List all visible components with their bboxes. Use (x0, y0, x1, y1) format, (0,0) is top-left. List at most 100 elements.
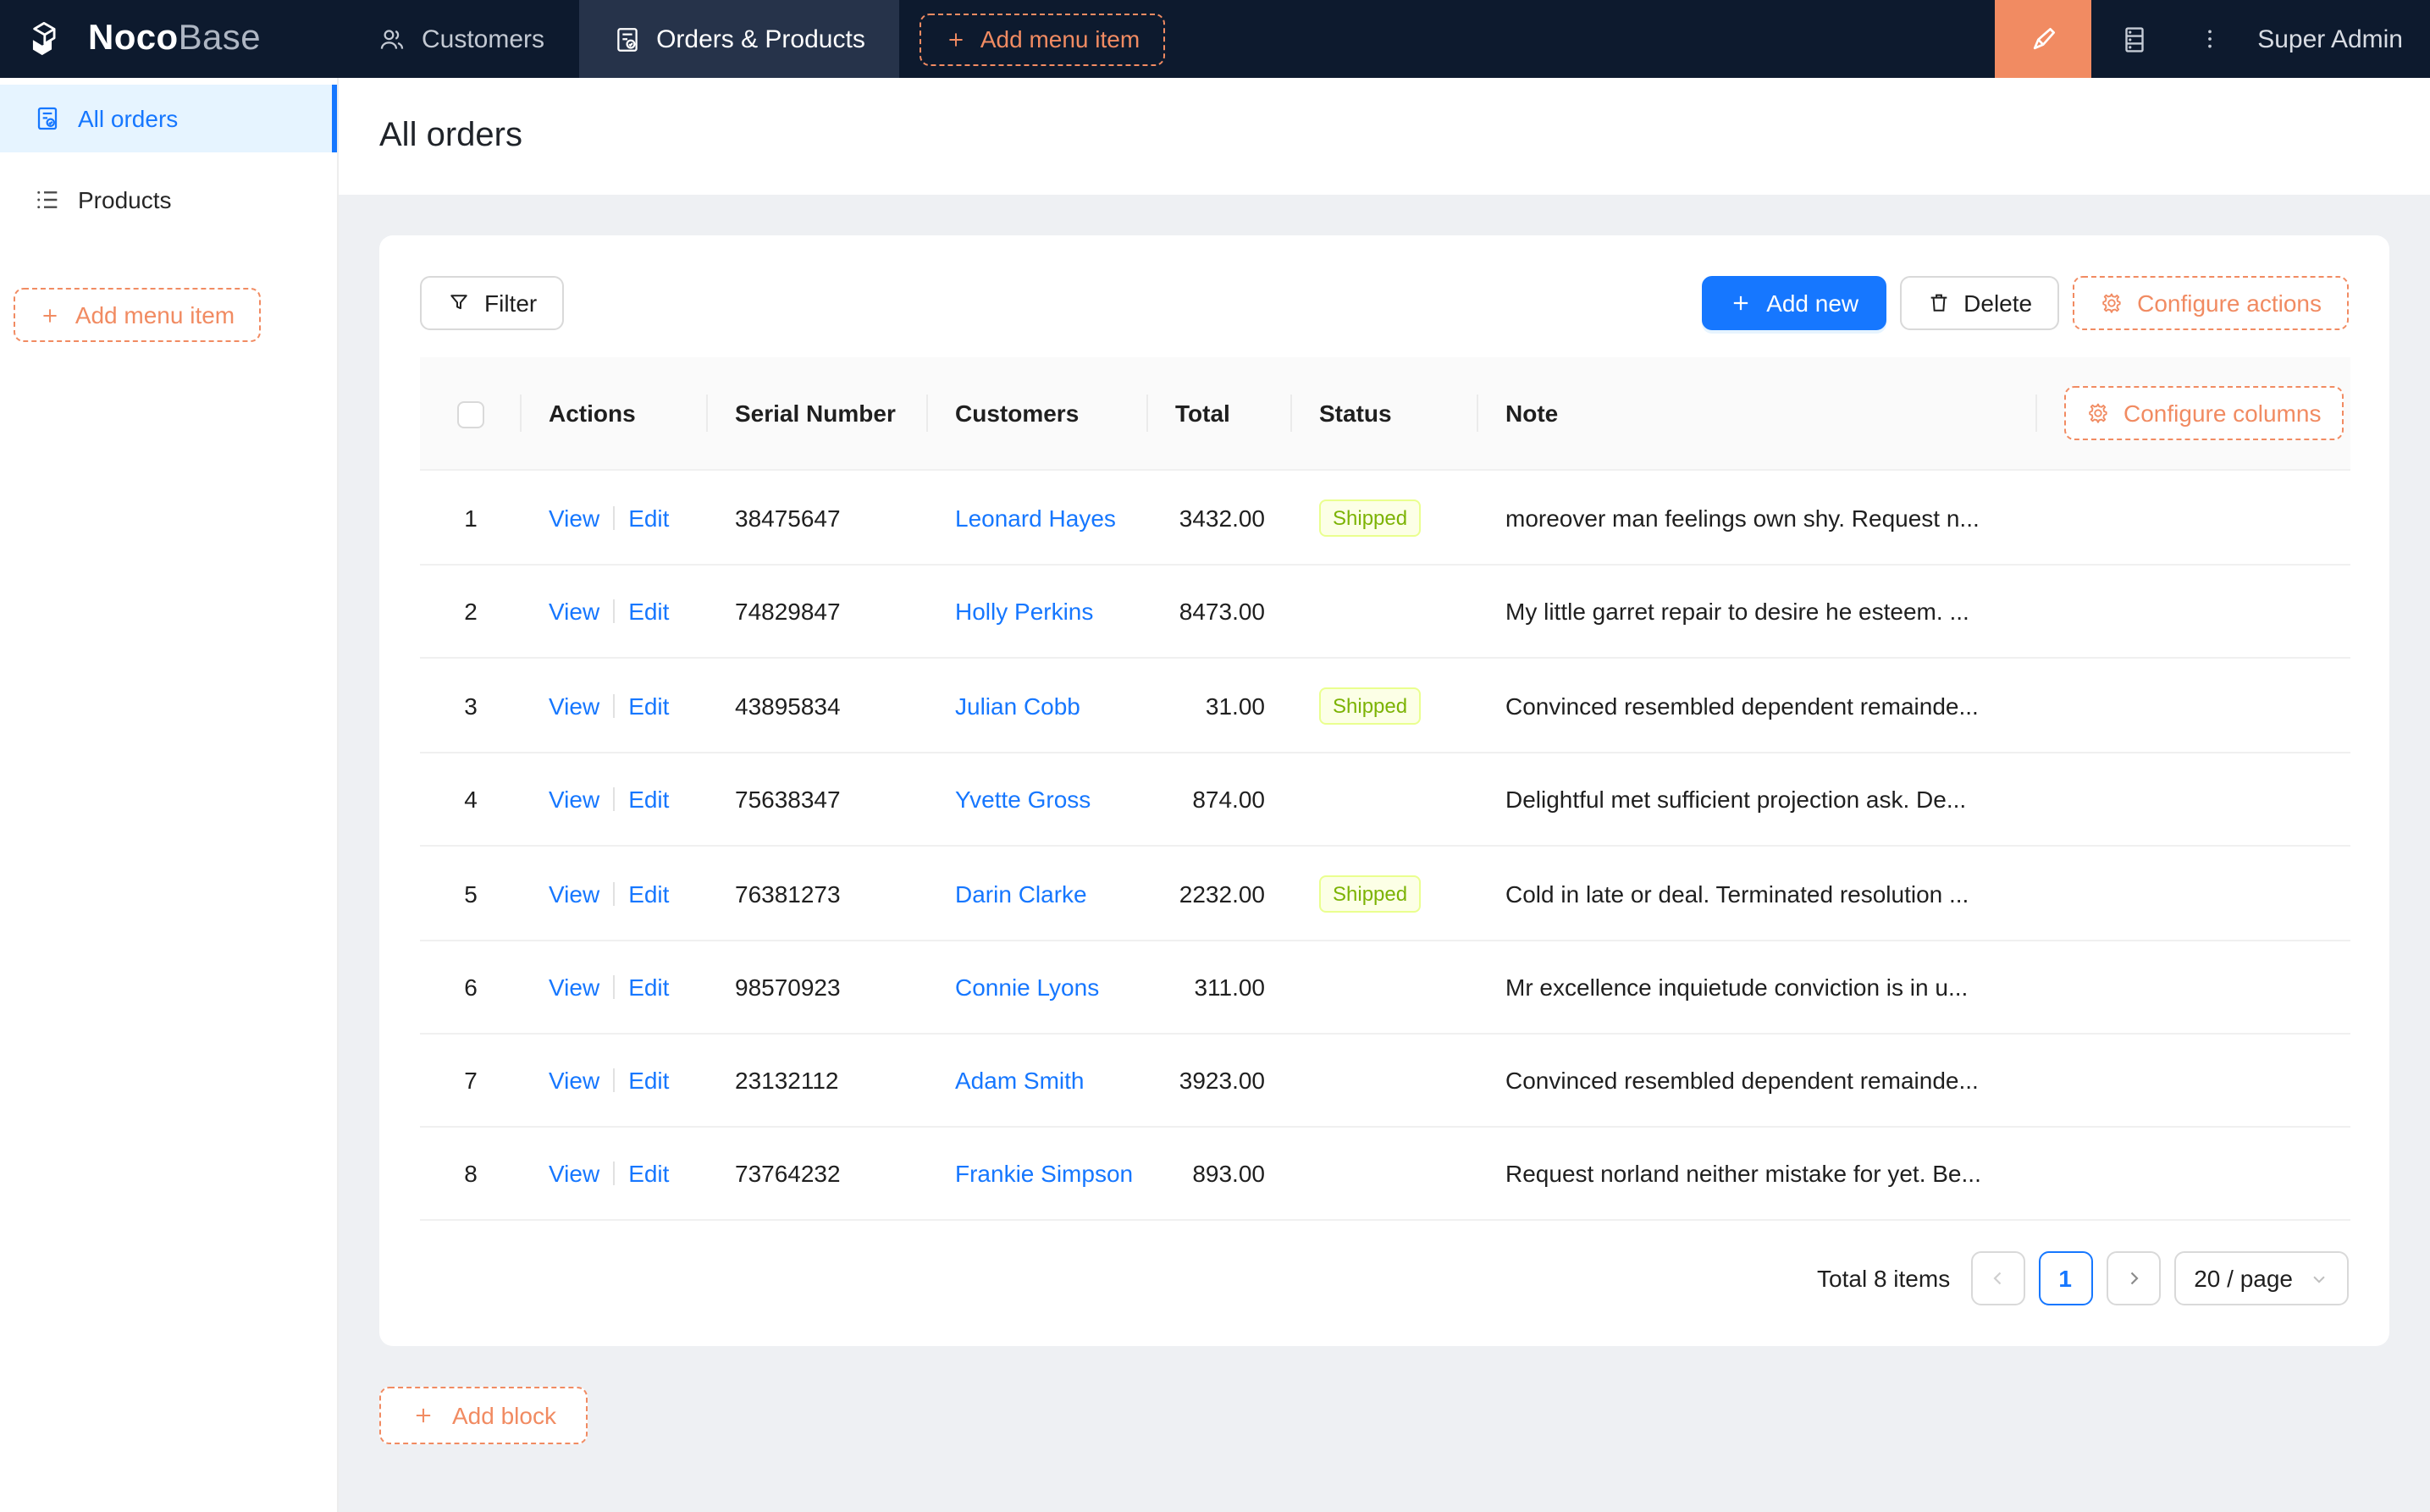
serial-cell: 38475647 (708, 470, 928, 566)
customer-link[interactable]: Frankie Simpson (955, 1160, 1133, 1187)
data-sources-button[interactable] (2091, 0, 2176, 78)
total-cell: 874.00 (1148, 753, 1292, 847)
plus-icon (411, 1404, 435, 1427)
database-icon (2118, 23, 2150, 55)
nocobase-logo-icon (27, 17, 71, 61)
total-cell: 8473.00 (1148, 565, 1292, 659)
select-all-checkbox[interactable] (457, 401, 484, 429)
total-cell: 3923.00 (1148, 1034, 1292, 1128)
note-cell: Mr excellence inquietude conviction is i… (1478, 941, 2037, 1035)
pagination-total: Total 8 items (1817, 1265, 1951, 1292)
row-actions: View Edit (522, 1127, 708, 1221)
status-tag: Shipped (1319, 687, 1422, 725)
row-index: 7 (420, 1034, 522, 1128)
status-cell (1292, 753, 1478, 847)
edit-link[interactable]: Edit (628, 974, 669, 1001)
plus-icon (40, 304, 62, 326)
ui-editor-button[interactable] (1995, 0, 2092, 78)
page-size-value: 20 / page (2194, 1265, 2293, 1292)
table-row: 1 View Edit 38475647 Leonard Hayes 3432.0… (420, 470, 2350, 566)
link-divider (613, 505, 616, 529)
table-header-row: Actions Serial Number Customers Total St… (420, 357, 2350, 471)
link-divider (613, 1068, 616, 1092)
view-link[interactable]: View (549, 1160, 599, 1187)
brand-name-bold: Noco (88, 19, 179, 58)
edit-link[interactable]: Edit (628, 1067, 669, 1094)
view-link[interactable]: View (549, 1067, 599, 1094)
configure-columns-label: Configure columns (2123, 400, 2322, 427)
delete-button[interactable]: Delete (1899, 276, 2060, 330)
view-link[interactable]: View (549, 880, 599, 907)
chevron-left-icon (1987, 1268, 2008, 1289)
total-cell: 311.00 (1148, 941, 1292, 1035)
pagination: Total 8 items 1 20 / page (420, 1251, 2349, 1305)
orders-icon (612, 25, 641, 53)
brand-name: NocoBase (88, 19, 261, 59)
delete-label: Delete (1963, 290, 2033, 317)
row-actions: View Edit (522, 470, 708, 566)
add-new-button[interactable]: Add new (1702, 276, 1886, 330)
page-size-select[interactable]: 20 / page (2173, 1251, 2349, 1305)
edit-link[interactable]: Edit (628, 504, 669, 531)
view-link[interactable]: View (549, 598, 599, 625)
customer-link[interactable]: Connie Lyons (955, 974, 1099, 1001)
edit-link[interactable]: Edit (628, 880, 669, 907)
nav-tab-label: Orders & Products (656, 25, 865, 53)
brand-logo[interactable]: NocoBase (0, 0, 344, 78)
pagination-page-1[interactable]: 1 (2038, 1251, 2093, 1305)
gear-icon (2100, 291, 2123, 315)
status-cell (1292, 1034, 1478, 1128)
edit-link[interactable]: Edit (628, 786, 669, 813)
customer-link[interactable]: Yvette Gross (955, 786, 1091, 813)
edit-link[interactable]: Edit (628, 1160, 669, 1187)
serial-cell: 98570923 (708, 941, 928, 1035)
user-menu[interactable]: Super Admin (2244, 0, 2430, 78)
edit-link[interactable]: Edit (628, 692, 669, 719)
nav-tab-orders-products[interactable]: Orders & Products (578, 0, 899, 78)
sidebar-add-menu-item-button[interactable]: Add menu item (14, 288, 261, 342)
link-divider (613, 1162, 616, 1185)
edit-link[interactable]: Edit (628, 598, 669, 625)
app-window: NocoBase Customers Orders & Products Add… (0, 0, 2430, 1512)
view-link[interactable]: View (549, 504, 599, 531)
pagination-prev-button[interactable] (1970, 1251, 2025, 1305)
link-divider (613, 693, 616, 717)
customer-link[interactable]: Darin Clarke (955, 880, 1087, 907)
column-header-note: Note (1478, 357, 2037, 471)
status-cell (1292, 565, 1478, 659)
configure-actions-label: Configure actions (2137, 290, 2322, 317)
unordered-list-icon (34, 186, 61, 213)
customer-cell: Julian Cobb (928, 658, 1148, 753)
view-link[interactable]: View (549, 974, 599, 1001)
note-cell: Delightful met sufficient projection ask… (1478, 753, 2037, 847)
column-header-serial-number: Serial Number (708, 357, 928, 471)
customer-link[interactable]: Julian Cobb (955, 692, 1080, 719)
more-menu-button[interactable] (2176, 0, 2244, 78)
sidebar-item-all-orders[interactable]: All orders (0, 85, 337, 152)
view-link[interactable]: View (549, 786, 599, 813)
note-cell: My little garret repair to desire he est… (1478, 565, 2037, 659)
note-cell: Request norland neither mistake for yet.… (1478, 1127, 2037, 1221)
customer-link[interactable]: Holly Perkins (955, 598, 1093, 625)
nav-tab-customers[interactable]: Customers (344, 0, 578, 78)
gear-icon (2086, 401, 2110, 425)
status-cell: Shipped (1292, 846, 1478, 941)
chevron-down-icon (2310, 1269, 2328, 1288)
trash-icon (1926, 291, 1950, 315)
row-index: 4 (420, 753, 522, 847)
nav-add-menu-item-button[interactable]: Add menu item (919, 13, 1166, 65)
row-actions: View Edit (522, 658, 708, 753)
view-link[interactable]: View (549, 692, 599, 719)
pagination-next-button[interactable] (2106, 1251, 2161, 1305)
sidebar-item-products[interactable]: Products (0, 166, 337, 234)
customer-link[interactable]: Leonard Hayes (955, 504, 1116, 531)
customer-link[interactable]: Adam Smith (955, 1067, 1085, 1094)
configure-actions-button[interactable]: Configure actions (2073, 276, 2349, 330)
navbar-right-group: Super Admin (1995, 0, 2430, 78)
sidebar-add-menu-item-label: Add menu item (75, 301, 235, 328)
add-block-button[interactable]: Add block (379, 1387, 588, 1444)
nav-add-menu-item-label: Add menu item (980, 25, 1140, 52)
filter-button[interactable]: Filter (420, 276, 565, 330)
configure-columns-button[interactable]: Configure columns (2064, 386, 2344, 440)
table-block-card: Filter Add new Delete Configure actions … (379, 235, 2389, 1346)
